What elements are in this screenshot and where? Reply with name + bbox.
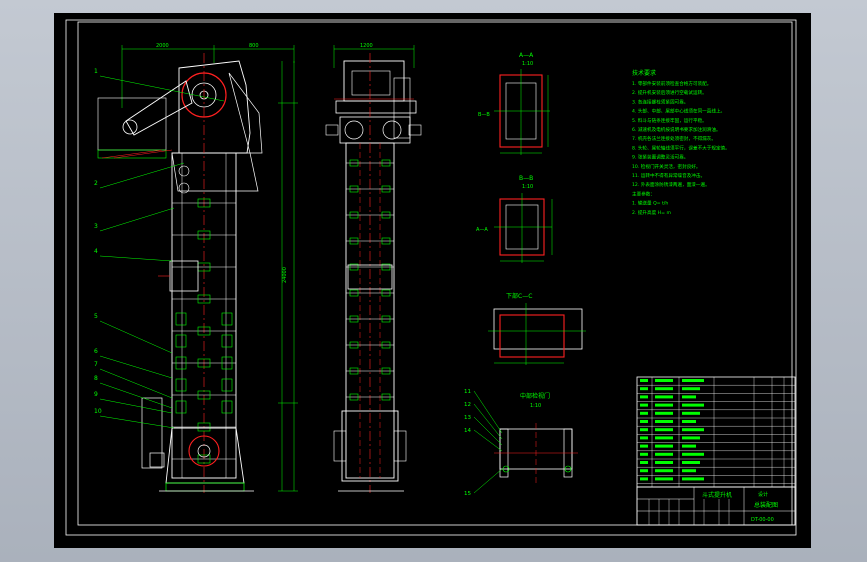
section-c-title: 下部C—C: [506, 292, 532, 300]
callout-leader-9: [99, 398, 173, 414]
drawing-code: DT-00-00: [751, 517, 774, 523]
sheet-inner-border: [77, 21, 793, 526]
detail-callout-11: 11: [464, 389, 471, 395]
note-line: 主要参数：: [632, 190, 655, 197]
callout-leader-5: [99, 320, 173, 354]
callout-leader-7: [99, 368, 173, 399]
svg-text:24000: 24000: [282, 267, 288, 283]
callout-3: 3: [94, 223, 98, 230]
section-b-scale: 1:10: [522, 184, 533, 190]
drawing-sheet: 2000 800 24000 12345678910 1200 A—A 1:10…: [65, 19, 797, 536]
callout-4: 4: [94, 248, 98, 255]
callout-9: 9: [94, 391, 98, 398]
note-line: 8. 头轮、尾轮轴线须平行，误差不大于规定值。: [632, 144, 730, 151]
callout-10: 10: [94, 408, 102, 415]
parts-list: [636, 376, 796, 488]
side-view: 1200: [325, 43, 422, 493]
section-a: A—A 1:10 B—B: [478, 52, 550, 155]
cad-viewport[interactable]: 2000 800 24000 1 2 3 4 5 6 7 8 9 10 1200…: [0, 0, 867, 562]
note-line: 9. 张紧装置调整灵活可靠。: [632, 154, 688, 161]
note-line: 1. 零部件安装前须检查合格方可装配。: [632, 80, 711, 87]
note-line: 10. 检视门开关灵活，密封良好。: [632, 163, 701, 170]
section-b: B—B 1:10 A—A: [476, 175, 553, 263]
note-line: 12. 外表面涂防锈漆两遍，面漆一遍。: [632, 181, 710, 188]
drawing-subtitle: 总装配图: [754, 501, 778, 509]
detail-callout-14: 14: [464, 428, 471, 434]
drawing-unit: 设计: [758, 491, 768, 498]
section-d: 中部检视门 1:10 11 12 13 14 15: [464, 389, 578, 497]
callout-leader-2: [99, 162, 185, 189]
section-a-title: A—A: [519, 52, 534, 59]
front-view: 2000 800 24000: [97, 43, 298, 493]
section-c: 下部C—C: [488, 292, 586, 365]
note-line: 6. 减速机及电机按说明书要求加注润滑油。: [632, 126, 721, 133]
notes-title: 技术要求: [632, 69, 656, 77]
title-block: 斗式提升机 总装配图 设计 DT-00-00: [636, 486, 796, 526]
callout-leader-6: [99, 355, 173, 379]
callout-leader-3: [99, 207, 175, 232]
detail-callout-12: 12: [464, 402, 471, 408]
callout-leaders: 1 2 3 4 5 6 7 8 9 10: [94, 68, 225, 429]
section-d-scale: 1:10: [530, 403, 541, 409]
callout-8: 8: [94, 375, 98, 382]
callout-2: 2: [94, 180, 98, 187]
note-line: 5. 料斗与链条连接牢固，运行平稳。: [632, 117, 707, 124]
callout-leader-10: [99, 415, 175, 429]
svg-text:800: 800: [249, 43, 259, 49]
callout-leader-4: [99, 255, 173, 262]
section-a-scale: 1:10: [522, 61, 533, 67]
note-line: 2. 提升高度 H= m: [632, 209, 671, 216]
callout-6: 6: [94, 348, 98, 355]
drawing-canvas[interactable]: 2000 800 24000 1 2 3 4 5 6 7 8 9 10 1200…: [54, 13, 811, 548]
detail-callout-15: 15: [464, 491, 471, 497]
callout-1: 1: [94, 68, 98, 75]
note-line: 4. 头部、中部、尾部中心线须在同一直线上。: [632, 108, 725, 115]
section-a-label: B—B: [478, 112, 490, 118]
technical-notes: 技术要求 1. 零部件安装前须检查合格方可装配。 2. 提升机安装后须进行空载试运…: [632, 69, 730, 216]
svg-text:1200: 1200: [360, 43, 373, 49]
svg-text:2000: 2000: [156, 43, 169, 49]
sheet-outer-border: [65, 19, 797, 536]
note-line: 2. 提升机安装后须进行空载试运转。: [632, 89, 707, 96]
section-d-title: 中部检视门: [520, 392, 550, 400]
section-b-label: A—A: [476, 227, 488, 233]
detail-callout-13: 13: [464, 415, 471, 421]
note-line: 7. 机壳各法兰连接处须密封，不得漏灰。: [632, 135, 716, 142]
callout-leader-8: [99, 382, 173, 409]
note-line: 3. 各连接螺栓须紧固可靠。: [632, 98, 688, 105]
section-b-title: B—B: [519, 175, 533, 182]
note-line: 1. 输送量 Q= t/h: [632, 200, 668, 207]
drawing-title: 斗式提升机: [702, 491, 732, 499]
callout-7: 7: [94, 361, 98, 368]
note-line: 11. 运转中不得有异常噪音及冲击。: [632, 172, 705, 179]
callout-5: 5: [94, 313, 98, 320]
